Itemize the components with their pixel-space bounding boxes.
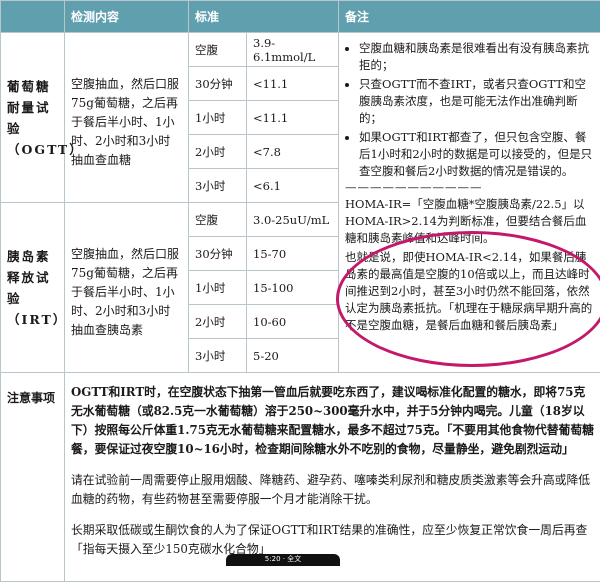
list-item: 只查OGTT而不查IRT，或者只查OGTT和空腹胰岛素浓度，也是可能无法作出准确… bbox=[359, 76, 594, 127]
irt-value: 15-70 bbox=[247, 237, 339, 271]
attention-content: OGTT和IRT时，在空腹状态下抽第一管血后就要吃东西了，建议喝标准化配置的糖水… bbox=[65, 373, 600, 582]
irt-time: 2小时 bbox=[189, 305, 247, 339]
irt-value: 3.0-25uU/mL bbox=[247, 203, 339, 237]
ogtt-category: 葡萄糖耐量试验（OGTT） bbox=[1, 33, 65, 203]
header-content: 检测内容 bbox=[65, 1, 189, 33]
ogtt-content: 空腹抽血，然后口服75g葡萄糖，之后再于餐后半小时、1小时、2小时和3小时抽血查… bbox=[65, 33, 189, 203]
ogtt-value: <11.1 bbox=[247, 101, 339, 135]
ogtt-time: 2小时 bbox=[189, 135, 247, 169]
header-standard: 标准 bbox=[189, 1, 339, 33]
divider: ——————————— bbox=[345, 182, 594, 192]
header-empty bbox=[1, 1, 65, 33]
ogtt-value: 3.9-6.1mmol/L bbox=[247, 33, 339, 67]
irt-time: 3小时 bbox=[189, 339, 247, 373]
table-header-row: 检测内容 标准 备注 bbox=[1, 1, 600, 33]
list-item: 如果OGTT和IRT都查了，但只包含空腹、餐后1小时和2小时的数据是可以接受的，… bbox=[359, 129, 594, 180]
ogtt-value: <6.1 bbox=[247, 169, 339, 203]
ogtt-value: <7.8 bbox=[247, 135, 339, 169]
irt-time: 30分钟 bbox=[189, 237, 247, 271]
irt-time: 1小时 bbox=[189, 271, 247, 305]
list-item: 空腹血糖和胰岛素是很难看出有没有胰岛素抗拒的； bbox=[359, 40, 594, 74]
ogtt-time: 3小时 bbox=[189, 169, 247, 203]
attention-paragraph: 请在试验前一周需要停止服用烟酸、降糖药、避孕药、噻嗪类利尿剂和糖皮质类激素等会升… bbox=[71, 471, 594, 509]
irt-category: 胰岛素释放试验（IRT） bbox=[1, 203, 65, 373]
ogtt-time: 30分钟 bbox=[189, 67, 247, 101]
irt-value: 10-60 bbox=[247, 305, 339, 339]
notes-list: 空腹血糖和胰岛素是很难看出有没有胰岛素抗拒的； 只查OGTT而不查IRT，或者只… bbox=[345, 40, 594, 180]
irt-value: 15-100 bbox=[247, 271, 339, 305]
ogtt-value: <11.1 bbox=[247, 67, 339, 101]
ogtt-time: 空腹 bbox=[189, 33, 247, 67]
attention-label: 注意事项 bbox=[1, 373, 65, 582]
attention-row: 注意事项 OGTT和IRT时，在空腹状态下抽第一管血后就要吃东西了，建议喝标准化… bbox=[1, 373, 600, 582]
attention-paragraph: OGTT和IRT时，在空腹状态下抽第一管血后就要吃东西了，建议喝标准化配置的糖水… bbox=[71, 383, 594, 459]
table-row: 葡萄糖耐量试验（OGTT） 空腹抽血，然后口服75g葡萄糖，之后再于餐后半小时、… bbox=[1, 33, 600, 67]
status-bar: 5:20 · 全文 bbox=[226, 554, 340, 566]
header-notes: 备注 bbox=[339, 1, 600, 33]
irt-value: 5-20 bbox=[247, 339, 339, 373]
highlight-circle bbox=[336, 231, 600, 367]
irt-content: 空腹抽血，然后口服75g葡萄糖，之后再于餐后半小时、1小时、2小时和3小时抽血查… bbox=[65, 203, 189, 373]
ogtt-time: 1小时 bbox=[189, 101, 247, 135]
irt-time: 空腹 bbox=[189, 203, 247, 237]
